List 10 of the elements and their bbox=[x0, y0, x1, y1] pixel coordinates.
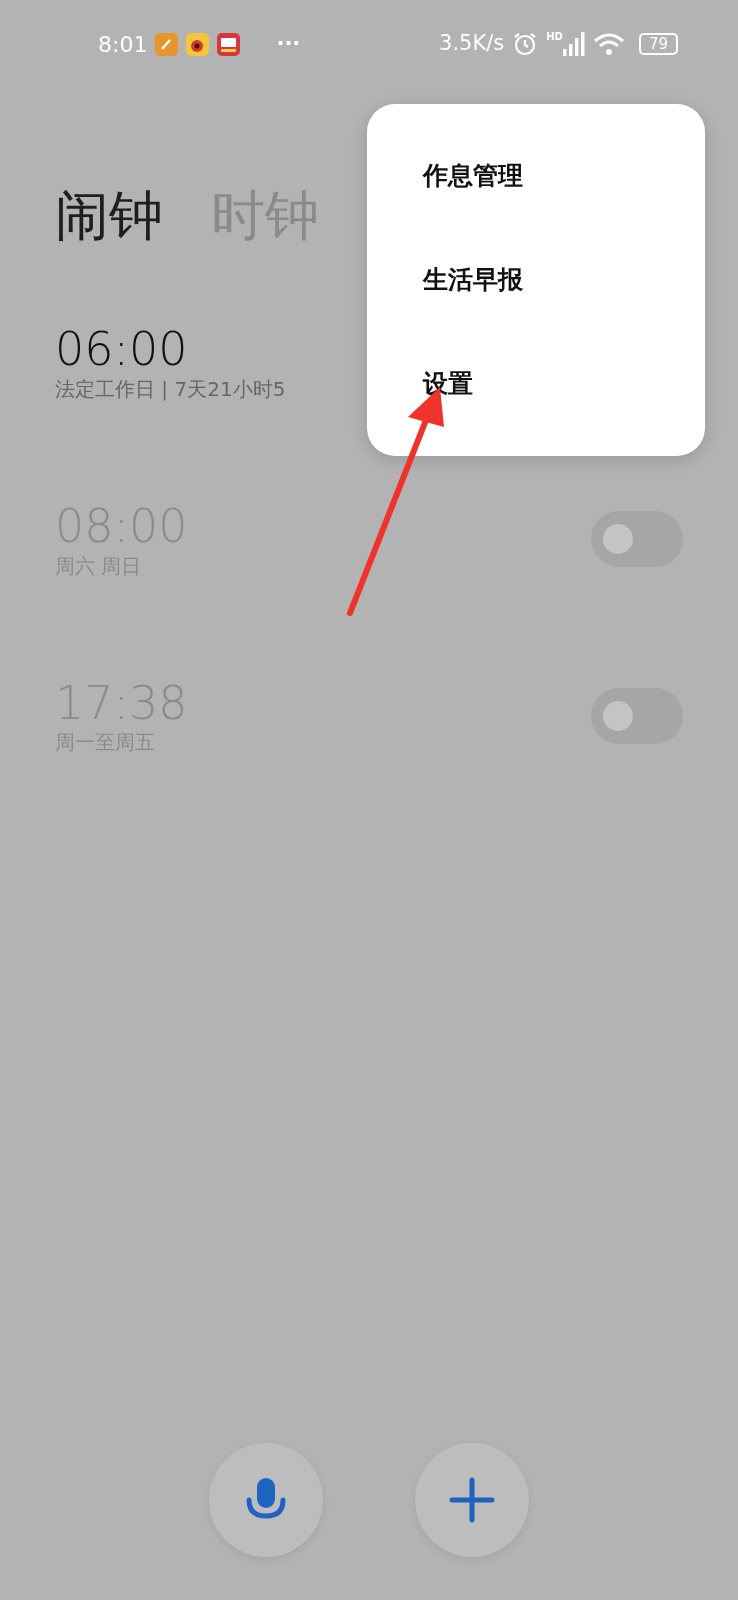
network-speed: 3.5K/s bbox=[439, 30, 505, 58]
more-notifications: ··· bbox=[276, 30, 301, 58]
tab[interactable]: 闹钟 bbox=[55, 184, 163, 249]
clock-time: 8:01 bbox=[98, 30, 148, 59]
menu-item[interactable]: 作息管理 bbox=[367, 124, 705, 228]
alarm-repeat: 法定工作日 | 7天21小时5 bbox=[55, 375, 286, 402]
network-type-label: HD bbox=[546, 32, 563, 42]
menu-item[interactable]: 生活早报 bbox=[367, 228, 705, 332]
battery-level: 79 bbox=[638, 33, 678, 55]
alarm-time: 06:00 bbox=[55, 322, 189, 376]
